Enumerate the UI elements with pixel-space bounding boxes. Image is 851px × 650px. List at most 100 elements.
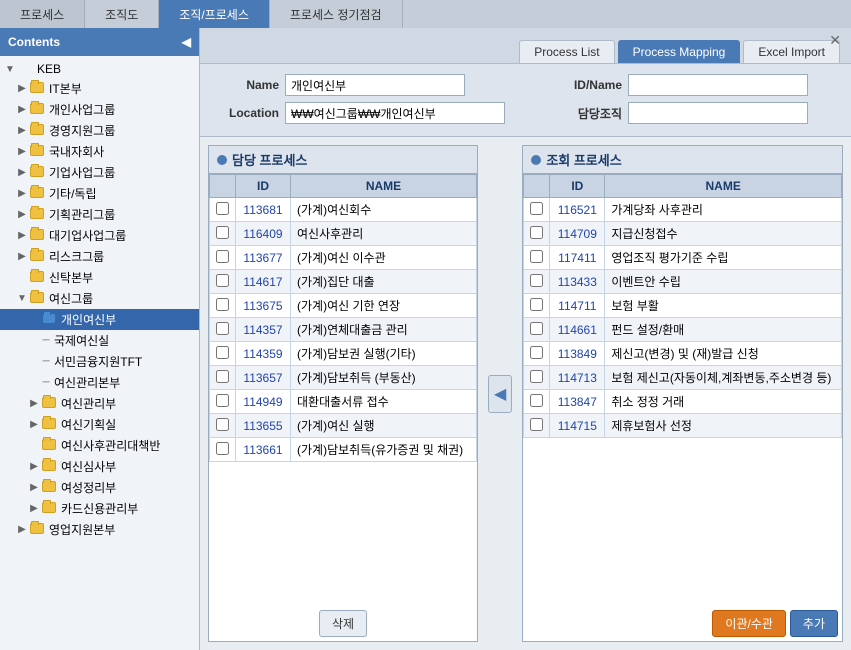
table-row[interactable]: 113675 (가계)여신 기한 연장 — [210, 294, 477, 318]
table-row[interactable]: 116409 여신사후관리 — [210, 222, 477, 246]
label-risk: 리스크그룹 — [49, 248, 104, 265]
tab-process-mapping[interactable]: Process Mapping — [618, 40, 741, 63]
resp-org-input[interactable] — [628, 102, 808, 124]
left-panel: 담당 프로세스 ID NAME — [208, 145, 478, 642]
row-checkbox[interactable] — [216, 202, 229, 215]
tree-item-credit-mgmt[interactable]: ─ 여신관리본부 — [0, 372, 199, 393]
form-row-resp-org: 담당조직 — [557, 102, 837, 124]
tree-item-card-credit[interactable]: ▶ 카드신용관리부 — [0, 498, 199, 519]
tree-item-credit-admin[interactable]: ▶ 여성정리부 — [0, 477, 199, 498]
toggle-card-credit: ▶ — [28, 503, 40, 514]
row-checkbox[interactable] — [216, 346, 229, 359]
table-row[interactable]: 114661 펀드 설정/환매 — [524, 318, 842, 342]
row-name: 취소 정정 거래 — [605, 390, 842, 414]
row-checkbox[interactable] — [530, 250, 543, 263]
table-row[interactable]: 113681 (가계)여신회수 — [210, 198, 477, 222]
row-id: 114617 — [236, 270, 291, 294]
table-row[interactable]: 113849 제신고(변경) 및 (재)발급 신청 — [524, 342, 842, 366]
table-row[interactable]: 113657 (가계)담보취득 (부동산) — [210, 366, 477, 390]
tree-item-domestic-sub[interactable]: ▶ 국내자회사 — [0, 141, 199, 162]
row-checkbox[interactable] — [216, 226, 229, 239]
tree-item-new-trust[interactable]: 신탁본부 — [0, 267, 199, 288]
add-button[interactable]: 추가 — [790, 610, 838, 637]
row-checkbox[interactable] — [530, 322, 543, 335]
row-checkbox[interactable] — [216, 442, 229, 455]
table-row[interactable]: 113433 이벤트안 수립 — [524, 270, 842, 294]
row-checkbox[interactable] — [530, 370, 543, 383]
row-checkbox[interactable] — [530, 394, 543, 407]
table-row[interactable]: 114715 제휴보험사 선정 — [524, 414, 842, 438]
table-row[interactable]: 114617 (가계)집단 대출 — [210, 270, 477, 294]
tree-item-citizen-finance[interactable]: ─ 서민금융지원TFT — [0, 351, 199, 372]
tree-item-keb[interactable]: ▼ KEB — [0, 60, 199, 78]
row-checkbox[interactable] — [530, 202, 543, 215]
tab-org-process[interactable]: 조직/프로세스 — [159, 0, 270, 28]
right-panel: 조회 프로세스 ID NAME 116521 가계당좌 사후관리 — [522, 145, 843, 642]
row-checkbox[interactable] — [216, 418, 229, 431]
row-checkbox[interactable] — [530, 226, 543, 239]
table-row[interactable]: 116521 가계당좌 사후관리 — [524, 198, 842, 222]
row-checkbox[interactable] — [216, 322, 229, 335]
tree-item-other-indep[interactable]: ▶ 기타/독립 — [0, 183, 199, 204]
tree-item-mgmt-support[interactable]: ▶ 경영지원그룹 — [0, 120, 199, 141]
left-panel-dot — [217, 155, 227, 165]
tab-excel-import[interactable]: Excel Import — [743, 40, 840, 63]
row-checkbox[interactable] — [530, 298, 543, 311]
table-row[interactable]: 117411 영업조직 평가기준 수립 — [524, 246, 842, 270]
row-checkbox[interactable] — [530, 418, 543, 431]
tree-item-credit-mgmt2[interactable]: 여신사후관리대책반 — [0, 435, 199, 456]
tab-orgchart[interactable]: 조직도 — [85, 0, 159, 28]
tree-item-intl-credit[interactable]: ─ 국제여신실 — [0, 330, 199, 351]
row-checkbox[interactable] — [216, 274, 229, 287]
row-checkbox[interactable] — [530, 346, 543, 359]
table-row[interactable]: 113661 (가계)담보취득(유가증권 및 채권) — [210, 438, 477, 462]
row-checkbox[interactable] — [530, 274, 543, 287]
row-checkbox[interactable] — [216, 394, 229, 407]
location-input[interactable] — [285, 102, 505, 124]
tab-process-list[interactable]: Process List — [519, 40, 614, 63]
folder-icon-credit-admin — [42, 481, 58, 495]
tree-item-credit-exam[interactable]: ▶ 여신심사부 — [0, 456, 199, 477]
folder-icon-personal-credit — [42, 313, 58, 327]
row-checkbox[interactable] — [216, 250, 229, 263]
transfer-arrow-btn[interactable]: ◀ — [488, 375, 512, 413]
tree-item-personal-biz[interactable]: ▶ 개인사업그룹 — [0, 99, 199, 120]
tree-item-large-corp[interactable]: ▶ 대기업사업그룹 — [0, 225, 199, 246]
idname-input[interactable] — [628, 74, 808, 96]
tree-item-corp-biz[interactable]: ▶ 기업사업그룹 — [0, 162, 199, 183]
tab-process[interactable]: 프로세스 — [0, 0, 85, 28]
tree-item-credit-planning[interactable]: ▶ 여신기획실 — [0, 414, 199, 435]
table-row[interactable]: 114709 지급신청접수 — [524, 222, 842, 246]
table-row[interactable]: 114713 보험 제신고(자동이체,계좌변동,주소변경 등) — [524, 366, 842, 390]
folder-icon-personal-biz — [30, 103, 46, 117]
toggle-domestic-sub: ▶ — [16, 146, 28, 157]
table-row[interactable]: 114949 대환대출서류 접수 — [210, 390, 477, 414]
close-btn[interactable]: ✕ — [829, 32, 841, 49]
delete-button[interactable]: 삭제 — [319, 610, 367, 637]
table-row[interactable]: 113677 (가계)여신 이수관 — [210, 246, 477, 270]
table-row[interactable]: 114711 보험 부활 — [524, 294, 842, 318]
table-row[interactable]: 114357 (가계)연체대출금 관리 — [210, 318, 477, 342]
table-row[interactable]: 114359 (가계)담보권 실행(기타) — [210, 342, 477, 366]
table-row[interactable]: 113847 취소 정정 거래 — [524, 390, 842, 414]
tree-item-credit-mgmt-dept[interactable]: ▶ 여신관리부 — [0, 393, 199, 414]
right-col-id: ID — [550, 175, 605, 198]
tree-item-risk[interactable]: ▶ 리스크그룹 — [0, 246, 199, 267]
tree-item-it[interactable]: ▶ IT본부 — [0, 78, 199, 99]
tree-item-women-credit[interactable]: ▼ 여신그룹 — [0, 288, 199, 309]
name-input[interactable] — [285, 74, 465, 96]
row-checkbox[interactable] — [216, 298, 229, 311]
name-label: Name — [214, 78, 279, 92]
tree-item-planning-mgmt[interactable]: ▶ 기획관리그룹 — [0, 204, 199, 225]
label-mgmt-support: 경영지원그룹 — [49, 122, 115, 139]
table-row[interactable]: 113655 (가계)여신 실행 — [210, 414, 477, 438]
toggle-women-credit: ▼ — [16, 293, 28, 304]
sidebar-collapse-btn[interactable]: ◀ — [182, 35, 191, 49]
tree-item-personal-credit[interactable]: 개인여신부 — [0, 309, 199, 330]
arrow-btn-area: ◀ — [484, 145, 516, 642]
row-checkbox[interactable] — [216, 370, 229, 383]
tree-item-biz-support[interactable]: ▶ 영업지원본부 — [0, 519, 199, 540]
folder-icon-large-corp — [30, 229, 46, 243]
transfer-button[interactable]: 이관/수관 — [712, 610, 786, 637]
tab-process-check[interactable]: 프로세스 정기점검 — [270, 0, 403, 28]
